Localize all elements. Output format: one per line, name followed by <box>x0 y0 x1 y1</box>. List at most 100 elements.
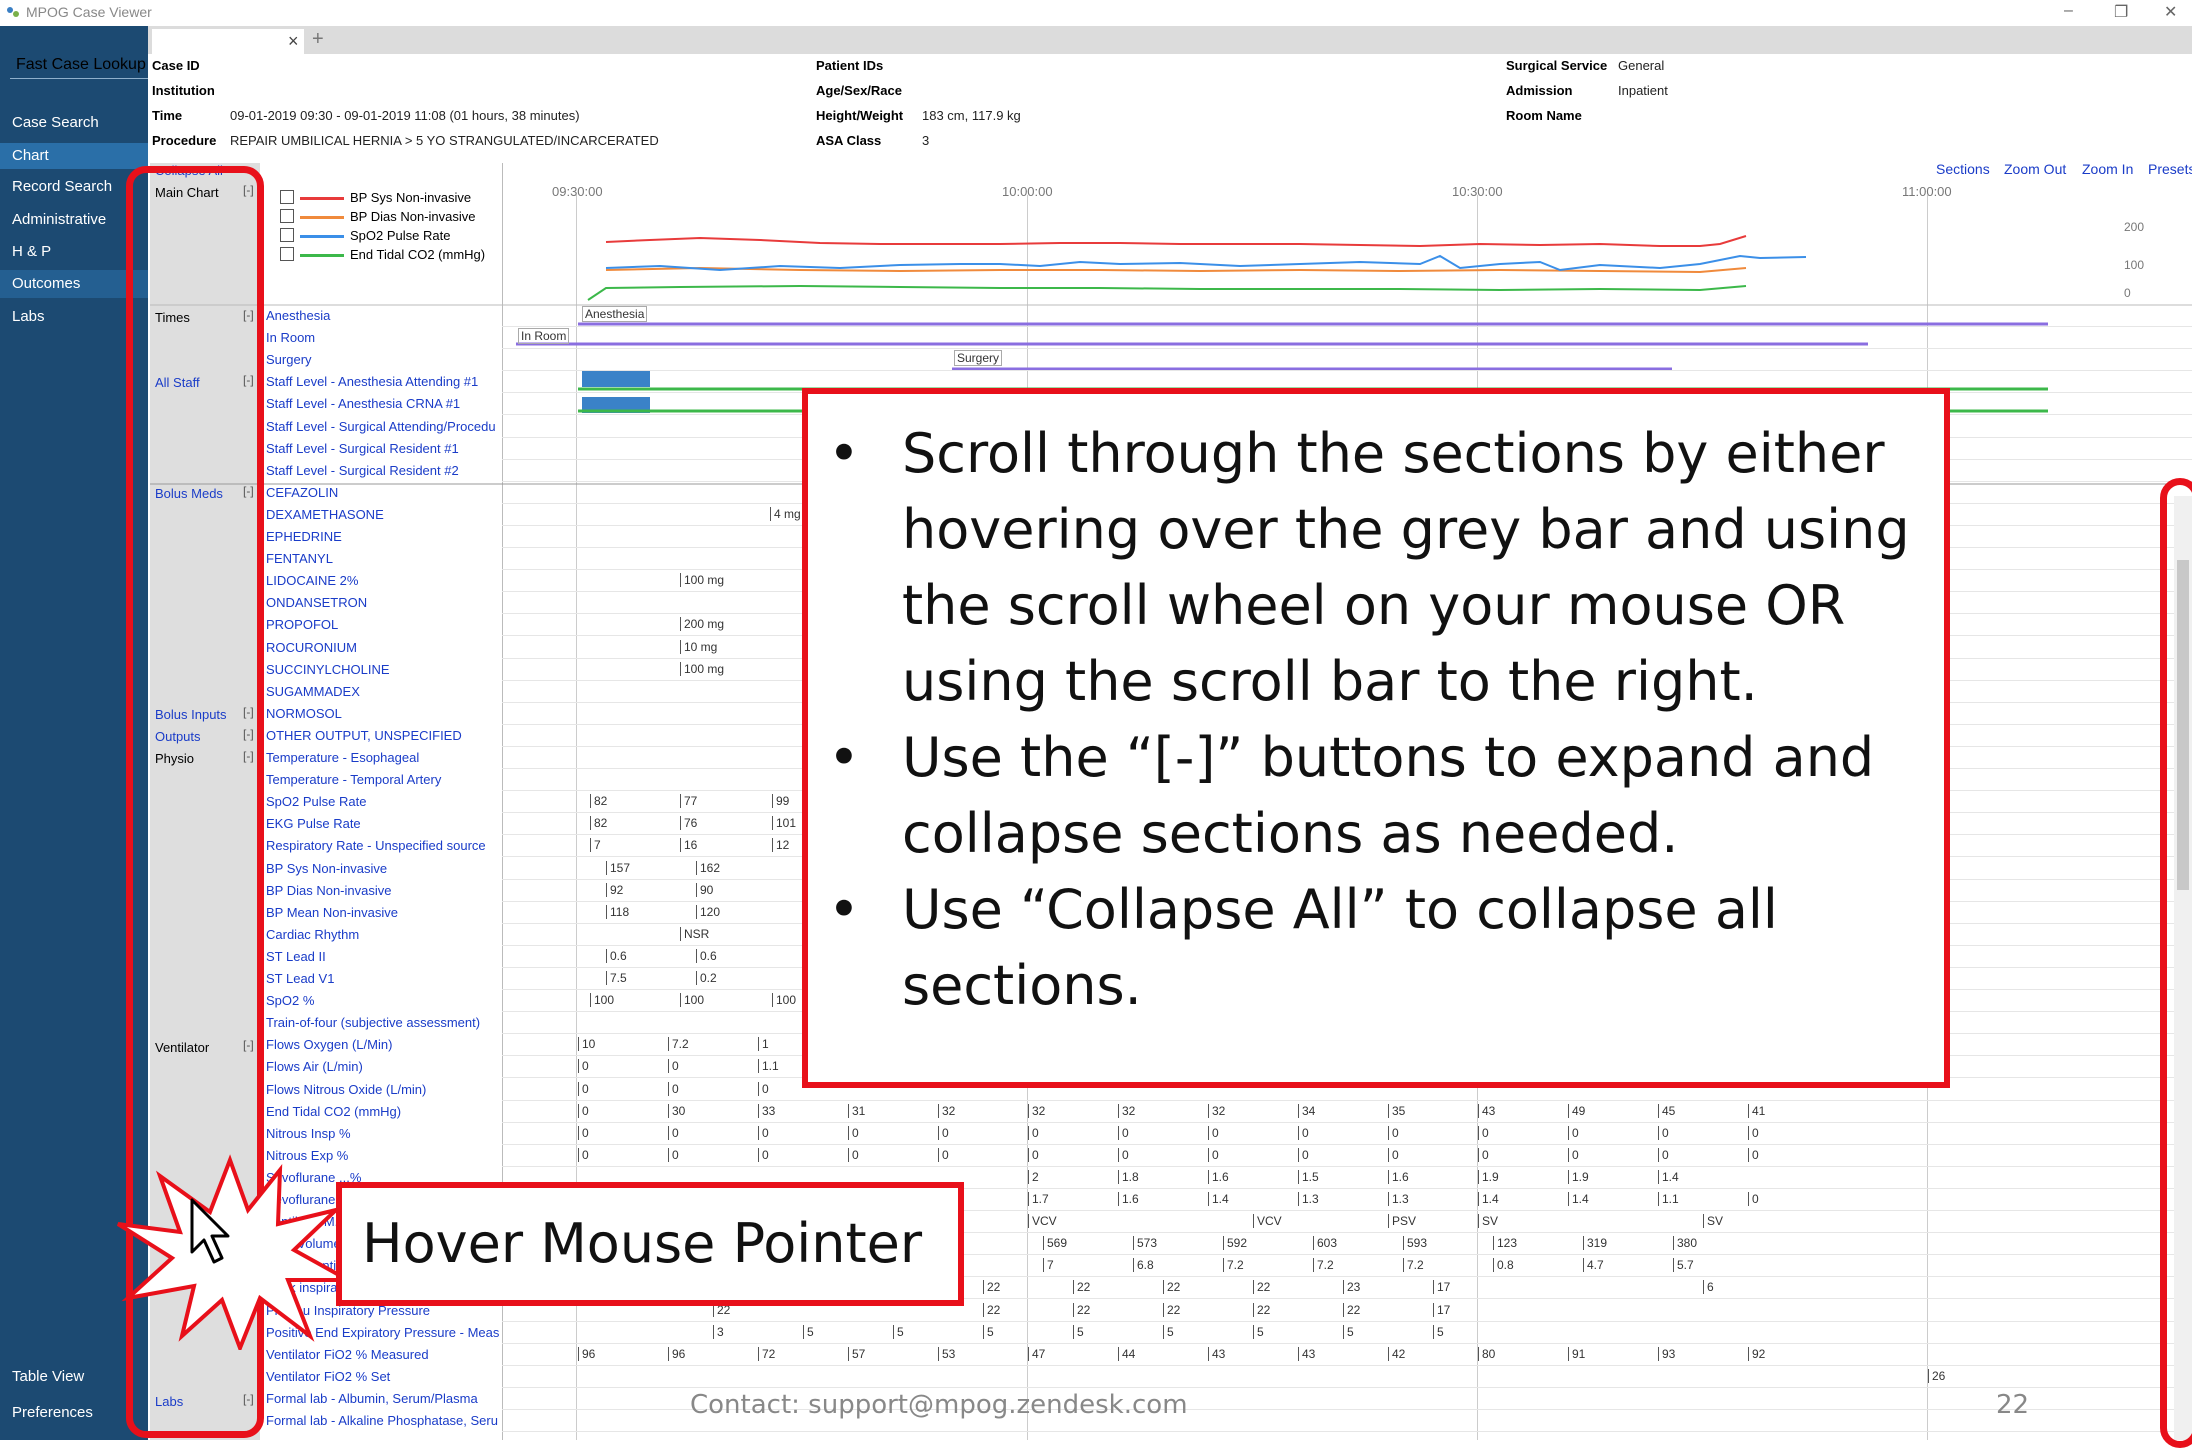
legend-swatch <box>300 197 344 200</box>
chart-row-label: Temperature - Temporal Artery <box>266 772 442 787</box>
time-tick-label: 10:30:00 <box>1452 184 1503 199</box>
chart-cell-value: 7 <box>590 838 601 852</box>
chart-row-label: BP Mean Non-invasive <box>266 905 398 920</box>
chart-row-label: SUCCINYLCHOLINE <box>266 662 390 677</box>
sidebar-item-administrative[interactable]: Administrative <box>12 211 106 228</box>
chart-cell-value: 0 <box>1478 1126 1489 1140</box>
chart-cell-value: 0 <box>1298 1126 1309 1140</box>
chart-cell-value: 1.4 <box>1658 1170 1679 1184</box>
time-tick-label: 10:00:00 <box>1002 184 1053 199</box>
chart-cell-value: 0 <box>1388 1126 1399 1140</box>
chart-cell-value: 7.2 <box>1223 1258 1244 1272</box>
chart-cell-value: 72 <box>758 1347 775 1361</box>
chart-cell-value: 0 <box>1118 1148 1129 1162</box>
restore-button[interactable]: ❐ <box>2114 2 2128 22</box>
chart-cell-value: 0.6 <box>696 949 717 963</box>
chart-row-label: PROPOFOL <box>266 617 339 632</box>
chart-cell-value: 1.3 <box>1298 1192 1319 1206</box>
chart-row-label: Flows Oxygen (L/Min) <box>266 1037 393 1052</box>
chart-cell-value: 5 <box>1163 1325 1174 1339</box>
chart-cell-value: 42 <box>1388 1347 1405 1361</box>
instruction-bullet: • Scroll through the sections by either h… <box>808 416 1944 720</box>
presets-link[interactable]: Presets <box>2148 161 2192 177</box>
chart-cell-value: 82 <box>590 794 607 808</box>
legend-checkbox[interactable] <box>280 190 294 204</box>
chart-cell-value: 22 <box>983 1303 1000 1317</box>
chart-row-label: Flows Nitrous Oxide (L/min) <box>266 1082 427 1097</box>
add-tab-icon[interactable]: + <box>312 28 324 51</box>
sidebar-item-h-and-p[interactable]: H & P <box>12 243 51 260</box>
chart-cell-value: 0 <box>938 1148 949 1162</box>
chart-cell-value: 0 <box>668 1148 679 1162</box>
minimize-button[interactable]: – <box>2064 2 2073 20</box>
sidebar-item-record-search[interactable]: Record Search <box>12 178 112 195</box>
chart-cell-value: 1.6 <box>1208 1170 1229 1184</box>
chart-cell-value: 6 <box>1703 1280 1714 1294</box>
chart-row-label: ST Lead V1 <box>266 971 335 986</box>
y-tick-label: 0 <box>2124 286 2131 300</box>
chart-cell-value: 1.9 <box>1568 1170 1589 1184</box>
chart-cell-value: 7.2 <box>1313 1258 1334 1272</box>
case-tab[interactable]: × <box>152 29 304 54</box>
age-sex-race-label: Age/Sex/Race <box>816 83 902 98</box>
row-divider <box>502 1431 2192 1432</box>
chart-cell-value: 592 <box>1223 1236 1247 1250</box>
chart-cell-value: 0 <box>578 1104 589 1118</box>
chart-cell-value: 92 <box>1748 1347 1765 1361</box>
sidebar-item-case-search[interactable]: Case Search <box>12 114 99 131</box>
chart-cell-value: 0 <box>758 1148 769 1162</box>
surgery-bar-label: Surgery <box>954 350 1003 366</box>
close-window-button[interactable]: ✕ <box>2164 2 2177 22</box>
row-divider <box>502 1144 2192 1145</box>
chart-row-label: Flows Air (L/min) <box>266 1059 363 1074</box>
legend-checkbox[interactable] <box>280 247 294 261</box>
patient-ids-label: Patient IDs <box>816 58 884 73</box>
sections-link[interactable]: Sections <box>1936 161 1990 177</box>
fast-case-lookup-link[interactable]: Fast Case Lookup <box>16 56 146 74</box>
legend-checkbox[interactable] <box>280 209 294 223</box>
admission-value: Inpatient <box>1618 83 1668 98</box>
sidebar-item-preferences[interactable]: Preferences <box>12 1404 93 1421</box>
zoom-in-link[interactable]: Zoom In <box>2082 161 2133 177</box>
title-bar: MPOG Case Viewer – ❐ ✕ <box>0 0 2192 26</box>
chart-row-label: SUGAMMADEX <box>266 684 360 699</box>
chart-cell-value: 57 <box>848 1347 865 1361</box>
chart-cell-value: 593 <box>1403 1236 1427 1250</box>
chart-cell-value: 0 <box>758 1082 769 1096</box>
height-weight-label: Height/Weight <box>816 108 904 123</box>
chart-cell-value: 1.4 <box>1568 1192 1589 1206</box>
chart-cell-value: NSR <box>680 927 709 941</box>
instruction-callout: • Scroll through the sections by either h… <box>802 388 1950 1088</box>
time-value: 09-01-2019 09:30 - 09-01-2019 11:08 (01 … <box>230 108 580 123</box>
legend-checkbox[interactable] <box>280 228 294 242</box>
sidebar-item-labs[interactable]: Labs <box>12 308 45 325</box>
sidebar-item-table-view[interactable]: Table View <box>12 1368 84 1385</box>
chart-cell-value: 10 mg <box>680 640 717 654</box>
chart-row-label: BP Dias Non-invasive <box>266 883 392 898</box>
chart-row-label: EPHEDRINE <box>266 529 342 544</box>
legend-swatch <box>300 254 344 257</box>
footer-contact: Contact: support@mpog.zendesk.com <box>690 1390 1188 1420</box>
chart-cell-value: 0 <box>1028 1148 1039 1162</box>
chart-cell-value: 2 <box>1028 1170 1039 1184</box>
chart-cell-value: VCV <box>1253 1214 1282 1228</box>
instruction-bullet: • Use “Collapse All” to collapse all sect… <box>808 872 1944 1024</box>
chart-cell-value: 22 <box>1163 1303 1180 1317</box>
bullet-icon: • <box>828 422 860 485</box>
zoom-out-link[interactable]: Zoom Out <box>2004 161 2066 177</box>
chart-row-label: Staff Level - Surgical Resident #2 <box>266 463 459 478</box>
chart-cell-value: 200 mg <box>680 617 724 631</box>
chart-cell-value: 16 <box>680 838 697 852</box>
chart-cell-value: 93 <box>1658 1347 1675 1361</box>
sidebar-item-chart[interactable]: Chart <box>0 143 148 169</box>
chart-cell-value: 0 <box>848 1126 859 1140</box>
chart-row-label: Staff Level - Surgical Resident #1 <box>266 441 459 456</box>
chart-cell-value: 5 <box>983 1325 994 1339</box>
chart-cell-value: 5 <box>893 1325 904 1339</box>
chart-cell-value: 162 <box>696 861 720 875</box>
chart-cell-value: 1.7 <box>1028 1192 1049 1206</box>
chart-cell-value: 22 <box>1163 1280 1180 1294</box>
chart-row-label: LIDOCAINE 2% <box>266 573 359 588</box>
close-tab-icon[interactable]: × <box>288 31 299 52</box>
chart-cell-value: SV <box>1478 1214 1498 1228</box>
